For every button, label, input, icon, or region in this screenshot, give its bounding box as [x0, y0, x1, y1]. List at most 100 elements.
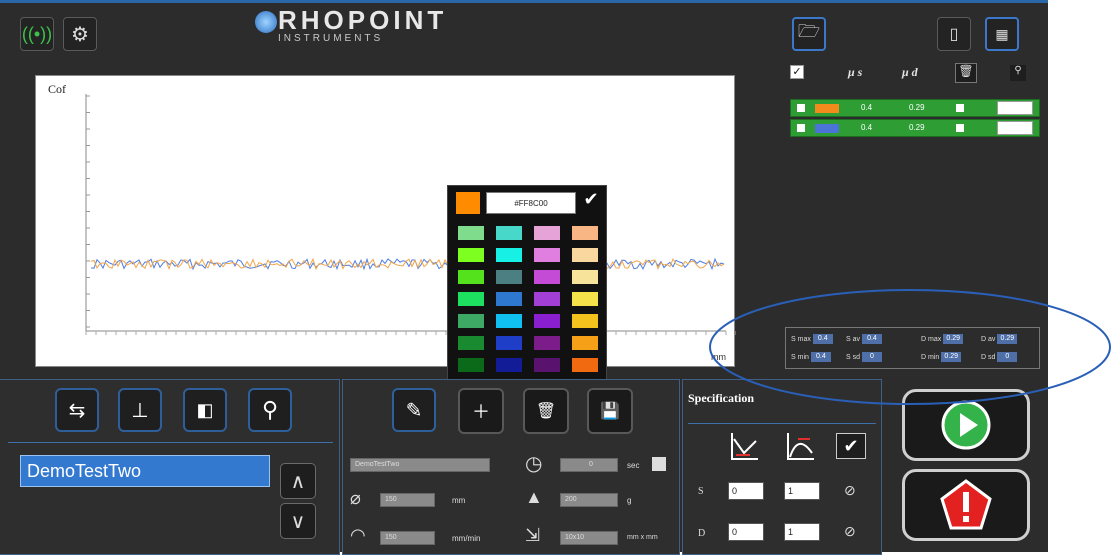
- row-checkbox[interactable]: [797, 124, 805, 132]
- color-swatch-option[interactable]: [458, 336, 484, 350]
- select-all-checkbox[interactable]: ✓: [790, 65, 804, 79]
- color-swatch-option[interactable]: [458, 358, 484, 372]
- color-swatch-option[interactable]: [458, 226, 484, 240]
- row-checkbox[interactable]: [797, 104, 805, 112]
- time-checkbox[interactable]: [652, 457, 666, 471]
- color-swatch-option[interactable]: [572, 248, 598, 262]
- spec-d-label: D: [698, 528, 706, 539]
- color-swatch-option[interactable]: [458, 292, 484, 306]
- color-swatch-option[interactable]: [534, 248, 560, 262]
- test-name-field[interactable]: DemoTestTwo: [350, 458, 490, 472]
- sled-button[interactable]: ⊥: [118, 388, 162, 432]
- color-swatch-option[interactable]: [534, 270, 560, 284]
- trash-icon: 🗑: [958, 64, 974, 78]
- speed-unit: mm/min: [452, 534, 481, 543]
- delete-button[interactable]: 🗑: [955, 63, 977, 83]
- keypad-icon: ▦: [995, 25, 1009, 42]
- color-swatch-option[interactable]: [572, 226, 598, 240]
- scroll-down-button[interactable]: ∨: [280, 503, 316, 539]
- edit-icon: ✎: [405, 399, 423, 422]
- row-note-field[interactable]: [997, 121, 1033, 135]
- hide-eye-icon[interactable]: ⊘: [844, 482, 856, 499]
- row-mus: 0.4: [861, 123, 873, 132]
- dynamic-curve-icon[interactable]: [784, 429, 818, 463]
- gears-icon: ⚙: [71, 23, 89, 46]
- open-file-button[interactable]: 🗁: [792, 17, 826, 51]
- settings-button[interactable]: ⚙: [63, 17, 97, 51]
- color-swatch-option[interactable]: [572, 292, 598, 306]
- load-unit: g: [627, 496, 632, 505]
- edit-test-button[interactable]: ✎: [392, 388, 436, 432]
- spec-d-min-field[interactable]: 0: [728, 523, 764, 541]
- color-swatch-option[interactable]: [458, 270, 484, 284]
- checkmark-icon: ✔: [583, 189, 599, 209]
- spec-s-max-field[interactable]: 1: [784, 482, 820, 500]
- static-peak-icon[interactable]: [728, 429, 762, 463]
- color-swatch-option[interactable]: [534, 336, 560, 350]
- time-field[interactable]: 0: [560, 458, 618, 472]
- folder-open-icon: 🗁: [797, 21, 821, 41]
- search-small-button[interactable]: ⚲: [1010, 65, 1026, 81]
- delete-test-button[interactable]: 🗑: [523, 388, 569, 434]
- spec-d-max-field[interactable]: 1: [784, 523, 820, 541]
- color-swatch-option[interactable]: [534, 314, 560, 328]
- color-swatch-option[interactable]: [572, 314, 598, 328]
- phone-button[interactable]: ▯: [937, 17, 971, 51]
- compare-icon: ◧: [196, 399, 214, 420]
- color-swatch-option[interactable]: [496, 248, 522, 262]
- sample-size-icon: ⇲: [525, 525, 541, 545]
- swap-arrows-icon: ⇆: [68, 399, 86, 422]
- color-swatch-option[interactable]: [572, 270, 598, 284]
- spec-s-min-field[interactable]: 0: [728, 482, 764, 500]
- series-color-swatch[interactable]: [815, 104, 839, 113]
- length-field[interactable]: 150: [380, 493, 435, 507]
- color-swatch-option[interactable]: [496, 270, 522, 284]
- row-toggle[interactable]: [956, 124, 964, 132]
- warning-icon: [940, 479, 992, 530]
- length-unit: mm: [452, 496, 466, 505]
- row-mus: 0.4: [861, 103, 873, 112]
- legend-row[interactable]: 0.4 0.29: [790, 119, 1040, 137]
- hide-eye-icon[interactable]: ⊘: [844, 523, 856, 540]
- row-mud: 0.29: [909, 103, 925, 112]
- color-swatch-option[interactable]: [458, 314, 484, 328]
- search-icon: ⚲: [261, 397, 279, 422]
- color-swatch-option[interactable]: [496, 226, 522, 240]
- color-swatch-option[interactable]: [572, 358, 598, 372]
- zoom-button[interactable]: ⚲: [248, 388, 292, 432]
- scroll-up-button[interactable]: ∧: [280, 463, 316, 499]
- antenna-icon: ((•)): [21, 23, 53, 44]
- chart-canvas: [85, 94, 736, 335]
- legend-row[interactable]: 0.4 0.29: [790, 99, 1040, 117]
- spec-enable-checkbox[interactable]: ✔: [836, 433, 866, 459]
- color-swatch-option[interactable]: [496, 336, 522, 350]
- swap-button[interactable]: ⇆: [55, 388, 99, 432]
- save-test-button[interactable]: 💾: [587, 388, 633, 434]
- test-list-item[interactable]: DemoTestTwo: [20, 455, 270, 487]
- logo-icon: [255, 11, 277, 33]
- speed-field[interactable]: 150: [380, 531, 435, 545]
- color-swatch-option[interactable]: [572, 336, 598, 350]
- mu-static-header: μ s: [848, 65, 863, 79]
- color-swatch-option[interactable]: [534, 358, 560, 372]
- new-test-button[interactable]: ＋: [458, 388, 504, 434]
- sample-field[interactable]: 10x10: [560, 531, 618, 545]
- keypad-button[interactable]: ▦: [985, 17, 1019, 51]
- color-swatch-option[interactable]: [458, 248, 484, 262]
- selected-color-swatch: [456, 192, 480, 214]
- confirm-color-button[interactable]: ✔: [578, 189, 604, 213]
- color-swatch-option[interactable]: [496, 358, 522, 372]
- color-swatch-option[interactable]: [496, 314, 522, 328]
- color-swatch-option[interactable]: [496, 292, 522, 306]
- color-swatch-option[interactable]: [534, 226, 560, 240]
- series-color-swatch[interactable]: [815, 124, 839, 133]
- compare-button[interactable]: ◧: [183, 388, 227, 432]
- row-note-field[interactable]: [997, 101, 1033, 115]
- antenna-button[interactable]: ((•)): [20, 17, 54, 51]
- row-toggle[interactable]: [956, 104, 964, 112]
- color-swatch-option[interactable]: [534, 292, 560, 306]
- load-field[interactable]: 200: [560, 493, 618, 507]
- chevron-up-icon: ∧: [290, 470, 306, 493]
- hex-value-field[interactable]: #FF8C00: [486, 192, 576, 214]
- emergency-stop-button[interactable]: [902, 469, 1030, 541]
